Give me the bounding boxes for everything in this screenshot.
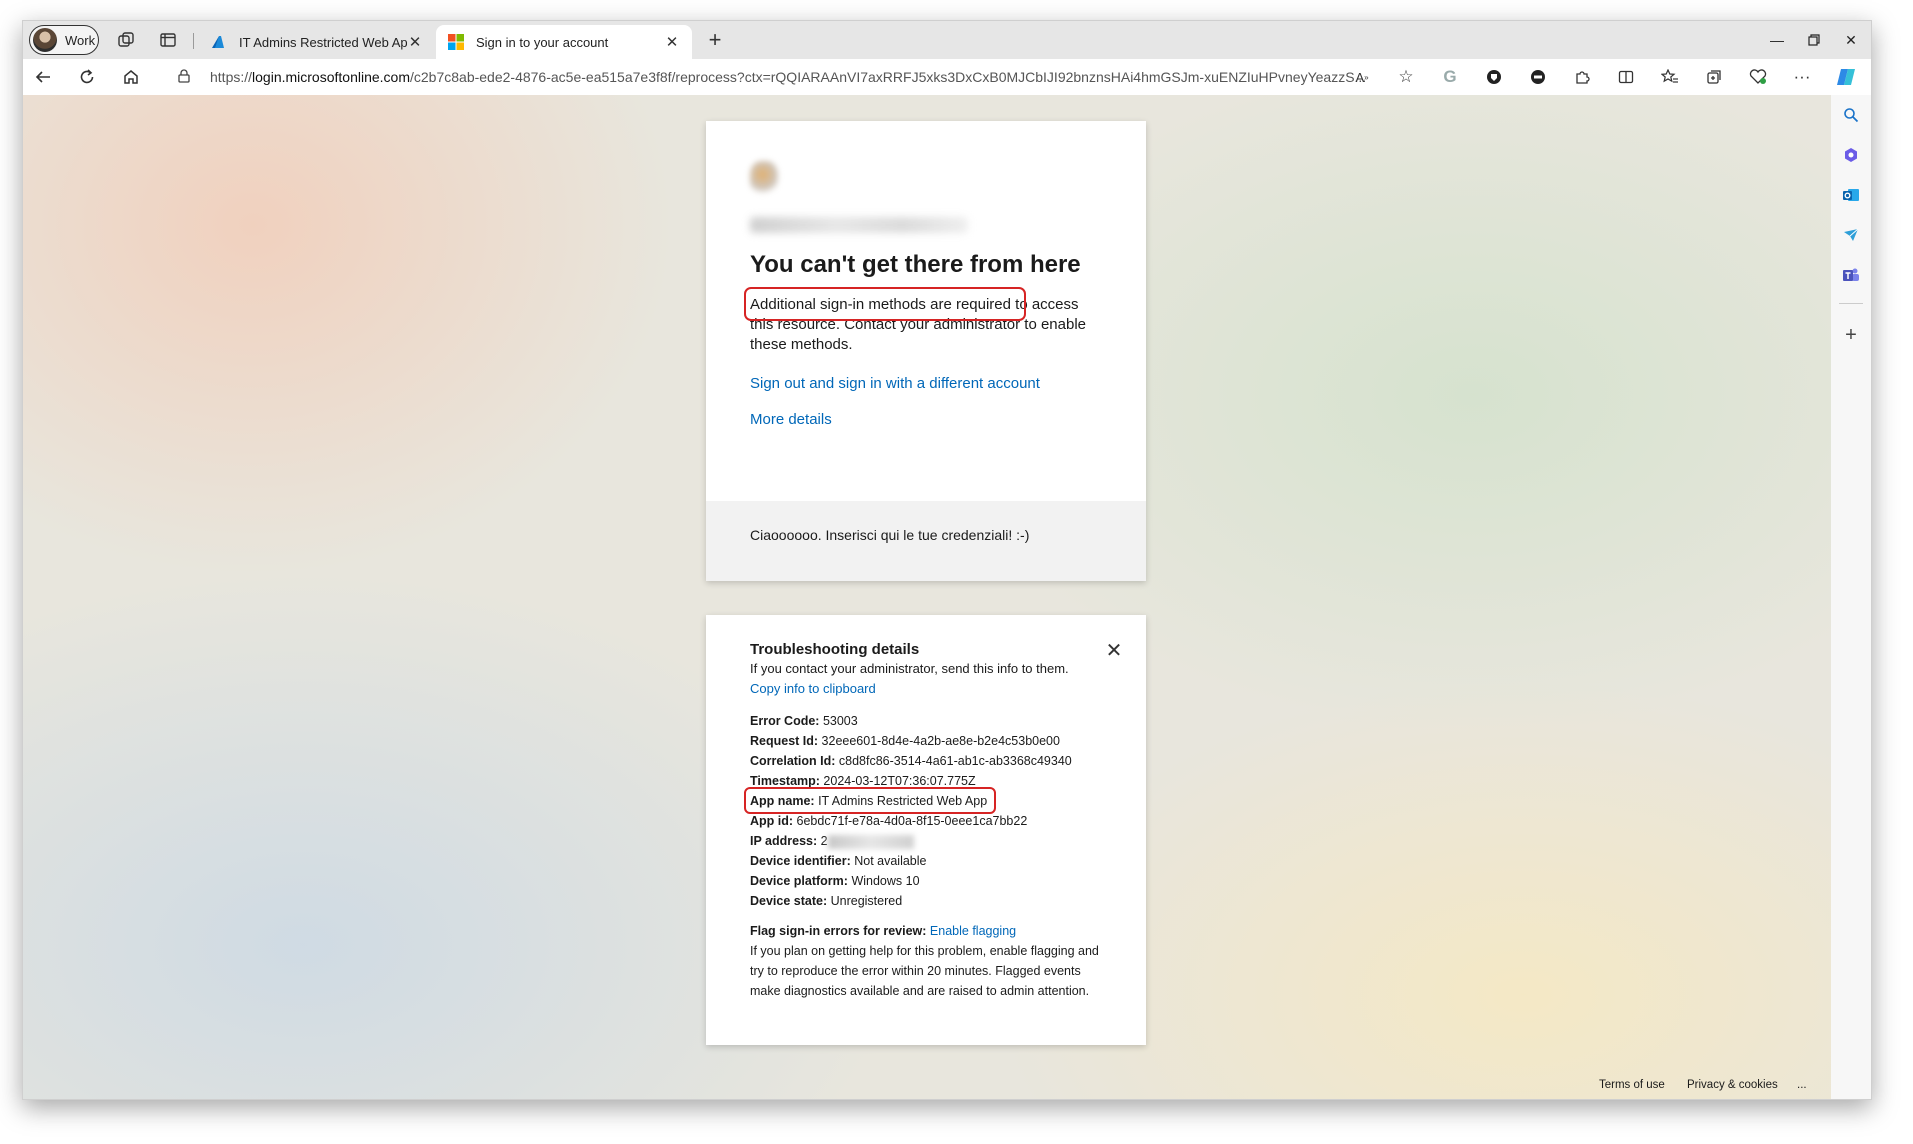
correlation-id-row: Correlation Id: c8d8fc86-3514-4a61-ab1c-… xyxy=(750,754,1072,768)
footer-more-button[interactable]: ... xyxy=(1797,1079,1807,1091)
outlook-icon[interactable] xyxy=(1839,183,1863,207)
sidebar-divider xyxy=(1839,303,1863,304)
edge-sidebar: + xyxy=(1831,95,1871,1099)
sign-in-card: You can't get there from here Additional… xyxy=(706,121,1146,581)
restore-icon[interactable] xyxy=(1794,27,1834,53)
flag-description: If you plan on getting help for this pro… xyxy=(750,944,1099,998)
close-icon[interactable]: ✕ xyxy=(407,33,423,51)
azure-app-icon xyxy=(212,36,224,48)
page-content: You can't get there from here Additional… xyxy=(23,95,1831,1099)
sign-out-link[interactable]: Sign out and sign in with a different ac… xyxy=(750,375,1040,392)
profile-label: Work xyxy=(65,32,96,48)
google-extension-icon[interactable]: G xyxy=(1437,65,1463,89)
back-icon[interactable] xyxy=(30,65,56,89)
extension-circle-icon[interactable] xyxy=(1525,65,1551,89)
tab-strip: Work IT Admins Restricted Web App - ✕ Si… xyxy=(23,21,1871,59)
device-platform-row: Device platform: Windows 10 xyxy=(750,874,920,888)
terms-link[interactable]: Terms of use xyxy=(1599,1079,1665,1091)
close-icon[interactable]: ✕ xyxy=(664,33,680,51)
error-code-row: Error Code: 53003 xyxy=(750,714,858,728)
tab-actions-icon[interactable] xyxy=(157,29,179,51)
custom-footer-text: Ciaoooooo. Inserisci qui le tue credenzi… xyxy=(750,527,1030,543)
favorites-icon[interactable] xyxy=(1657,65,1683,89)
window-close-icon[interactable]: ✕ xyxy=(1831,27,1871,53)
ip-address-row: IP address: 2 xyxy=(750,831,1120,851)
microsoft-logo-icon xyxy=(448,34,464,50)
blurred-org-logo xyxy=(750,161,778,195)
discover-icon[interactable] xyxy=(1839,143,1863,167)
avatar xyxy=(33,28,57,52)
profile-button[interactable]: Work xyxy=(29,25,99,55)
more-menu-icon[interactable]: ··· xyxy=(1789,65,1815,89)
flag-section: Flag sign-in errors for review: Enable f… xyxy=(750,921,1110,1001)
troubleshooting-subtitle: If you contact your administrator, send … xyxy=(750,661,1069,676)
browser-essentials-icon[interactable] xyxy=(1745,65,1771,89)
minimize-icon[interactable]: — xyxy=(1757,27,1797,53)
device-identifier-row: Device identifier: Not available xyxy=(750,854,927,868)
troubleshooting-title: Troubleshooting details xyxy=(750,641,920,658)
workspaces-icon[interactable] xyxy=(115,29,137,51)
bitwarden-extension-icon[interactable] xyxy=(1481,65,1507,89)
enable-flagging-link[interactable]: Enable flagging xyxy=(930,924,1016,938)
page-title: You can't get there from here xyxy=(750,251,1081,278)
read-aloud-icon[interactable]: A» xyxy=(1349,65,1375,89)
drop-icon[interactable] xyxy=(1839,223,1863,247)
browser-window: Work IT Admins Restricted Web App - ✕ Si… xyxy=(22,20,1872,1100)
lock-icon[interactable] xyxy=(178,68,196,86)
flag-label: Flag sign-in errors for review: xyxy=(750,924,927,938)
address-bar[interactable]: https://login.microsoftonline.com/c2b7c8… xyxy=(168,62,1450,92)
close-icon[interactable]: ✕ xyxy=(1104,641,1124,661)
extensions-puzzle-icon[interactable] xyxy=(1569,65,1595,89)
new-tab-icon[interactable]: + xyxy=(703,29,727,53)
collections-icon[interactable] xyxy=(1701,65,1727,89)
highlight-annotation xyxy=(744,287,1026,321)
blurred-account-email xyxy=(750,217,968,233)
tab-sign-in[interactable]: Sign in to your account ✕ xyxy=(436,25,692,59)
blurred-ip xyxy=(827,834,914,849)
troubleshooting-card: Troubleshooting details ✕ If you contact… xyxy=(706,615,1146,1045)
tab-separator xyxy=(193,33,194,49)
search-icon[interactable] xyxy=(1839,103,1863,127)
toolbar: https://login.microsoftonline.com/c2b7c8… xyxy=(23,59,1871,95)
request-id-row: Request Id: 32eee601-8d4e-4a2b-ae8e-b2e4… xyxy=(750,734,1060,748)
home-icon[interactable] xyxy=(118,65,144,89)
split-screen-icon[interactable] xyxy=(1613,65,1639,89)
teams-icon[interactable] xyxy=(1839,263,1863,287)
tab-label: IT Admins Restricted Web App - xyxy=(239,34,407,50)
add-sidebar-app-icon[interactable]: + xyxy=(1839,323,1863,347)
copilot-icon[interactable] xyxy=(1833,65,1859,89)
more-details-link[interactable]: More details xyxy=(750,411,832,428)
device-state-row: Device state: Unregistered xyxy=(750,894,903,908)
highlight-annotation xyxy=(744,787,996,814)
card-footer: Ciaoooooo. Inserisci qui le tue credenzi… xyxy=(706,501,1146,581)
refresh-icon[interactable] xyxy=(74,65,100,89)
url-text[interactable]: https://login.microsoftonline.com/c2b7c8… xyxy=(210,69,1440,85)
favorite-star-icon[interactable]: ☆ xyxy=(1393,65,1419,89)
tab-label: Sign in to your account xyxy=(476,34,609,50)
privacy-link[interactable]: Privacy & cookies xyxy=(1687,1079,1778,1091)
tab-it-admins[interactable]: IT Admins Restricted Web App - ✕ xyxy=(199,25,435,59)
copy-info-link[interactable]: Copy info to clipboard xyxy=(750,681,876,696)
app-id-row: App id: 6ebdc71f-e78a-4d0a-8f15-0eee1ca7… xyxy=(750,814,1028,828)
